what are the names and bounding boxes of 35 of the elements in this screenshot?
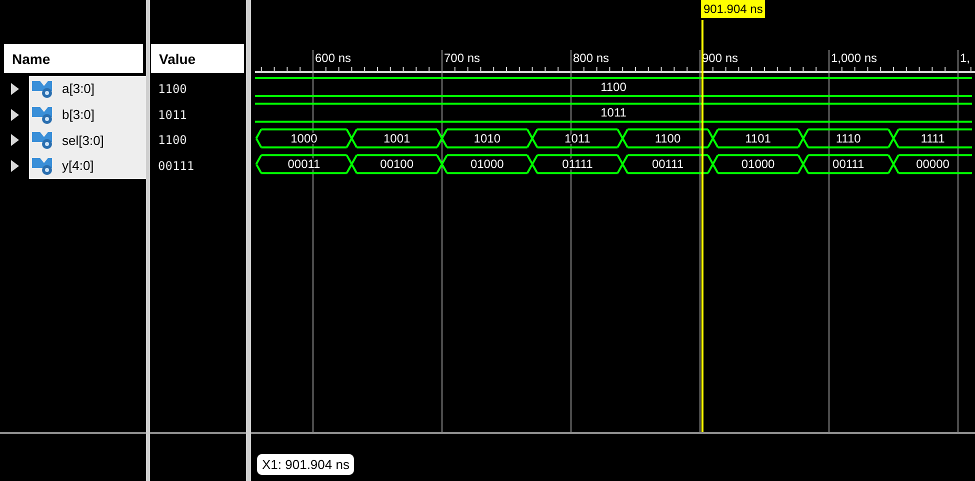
- value-column-header[interactable]: Value: [151, 44, 244, 73]
- signal-value: 00111: [158, 158, 194, 173]
- signal-value: 1100: [158, 82, 187, 96]
- bus-value: 00111: [832, 157, 864, 172]
- signal-name-cell[interactable]: b[3:0]: [29, 102, 146, 128]
- bus-value: 01000: [741, 157, 775, 172]
- bus-value: 1101: [745, 131, 771, 146]
- bus-value: 1111: [920, 131, 945, 146]
- bus-value: 00111: [652, 157, 684, 172]
- signal-name: sel[3:0]: [62, 132, 104, 148]
- time-tick-label: 1,000 ns: [831, 51, 878, 65]
- signal-name: y[4:0]: [62, 158, 94, 174]
- name-column-header[interactable]: Name: [4, 44, 143, 73]
- signal-name-cell[interactable]: y[4:0]: [29, 153, 146, 179]
- signal-value: 1100: [158, 133, 187, 148]
- bus-value: 1100: [654, 131, 681, 146]
- cursor-time-label: 901.904 ns: [701, 0, 765, 18]
- bus-value: 1001: [384, 131, 410, 146]
- signal-name-cell[interactable]: sel[3:0]: [29, 127, 146, 154]
- bus-value: 1011: [600, 106, 626, 120]
- cursor-readout: X1: 901.904 ns: [257, 454, 354, 475]
- bus-value: 00000: [916, 157, 950, 172]
- signal-name: a[3:0]: [62, 81, 95, 96]
- time-tick-label: 700 ns: [444, 51, 480, 65]
- bus-value: 01000: [470, 157, 504, 172]
- time-tick-label: 1,: [960, 51, 970, 65]
- signal-name-cell[interactable]: a[3:0]: [29, 76, 146, 102]
- time-tick-label: 800 ns: [573, 51, 610, 65]
- signal-name: b[3:0]: [62, 107, 95, 122]
- bus-value: 1110: [836, 131, 861, 146]
- bus-value: 1010: [474, 131, 500, 146]
- bus-value: 00100: [380, 157, 414, 172]
- bus-value: 1100: [600, 80, 626, 94]
- time-tick-label: 600 ns: [315, 51, 352, 65]
- signal-value: 1011: [158, 108, 187, 122]
